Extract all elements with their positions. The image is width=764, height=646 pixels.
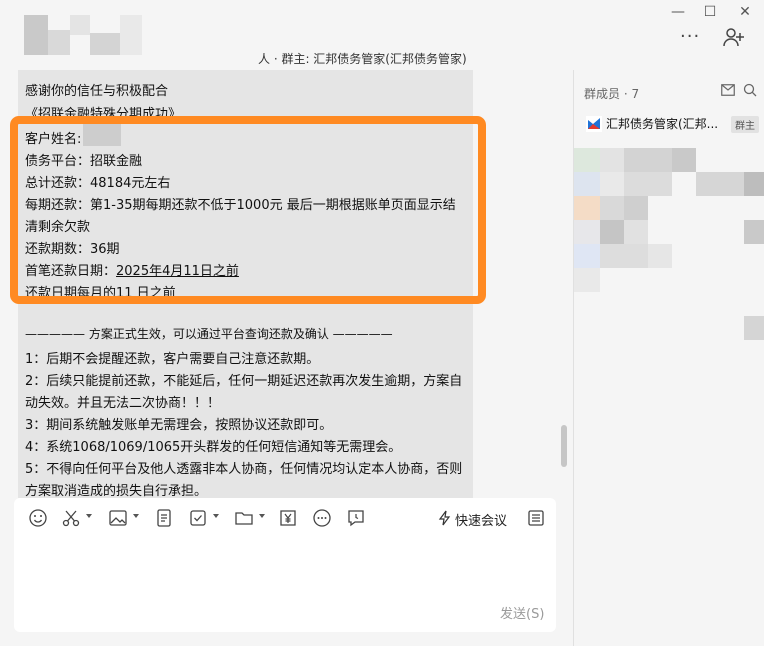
message-input[interactable] — [28, 538, 538, 594]
message-line: 2：后续只能提前还款，不能延后，任何一期延迟还款再次发生逾期，方案自 — [25, 374, 463, 389]
quick-meeting-label: 快速会议 — [455, 514, 508, 529]
message-line: 方案取消造成的损失自行承担。 — [25, 484, 208, 498]
chevron-down-icon[interactable] — [259, 514, 265, 518]
document-icon[interactable] — [154, 508, 174, 528]
more-options-button[interactable]: ··· — [680, 26, 700, 47]
message-line: 感谢你的信任与积极配合 — [25, 84, 169, 99]
group-avatar-mosaic — [24, 15, 48, 55]
close-button[interactable]: ✕ — [734, 2, 756, 22]
owner-badge: 群主 — [731, 116, 759, 133]
send-button[interactable]: 发送(S) — [500, 603, 544, 622]
minimize-button[interactable]: — — [667, 2, 689, 22]
chat-title: 人 · 群主: 汇邦债务管家(汇邦债务管家) — [258, 52, 467, 66]
message-input-panel: 快速会议 发送(S) — [14, 498, 556, 632]
maximize-button[interactable]: ☐ — [699, 2, 721, 22]
add-member-icon[interactable] — [722, 25, 746, 49]
task-check-icon[interactable] — [188, 508, 208, 528]
mail-icon[interactable] — [721, 84, 735, 96]
message-line: 动失效。并且无法二次协商！！！ — [25, 396, 221, 411]
message-line: 3：期间系统触发账单无需理会，按照协议还款即可。 — [25, 418, 333, 433]
member-list-mosaic — [574, 148, 764, 378]
folder-icon[interactable] — [234, 508, 254, 528]
highlight-box — [10, 116, 486, 304]
message-line: 5：不得向任何平台及他人透露非本人协商，任何情况均认定本人协商，否则 — [25, 462, 463, 477]
group-avatar-mosaic — [90, 33, 120, 55]
search-icon[interactable] — [743, 83, 757, 97]
chat-history-icon[interactable] — [526, 508, 546, 528]
chat-header: 人 · 群主: 汇邦债务管家(汇邦债务管家) — ☐ ✕ ··· — [0, 0, 764, 70]
member-sidebar: 群成员 · 7 汇邦债务管家(汇邦... 群主 — [573, 70, 764, 646]
image-icon[interactable] — [108, 508, 128, 528]
emoji-icon[interactable] — [28, 508, 48, 528]
chat-scrollbar[interactable] — [561, 425, 567, 467]
message-line: ————— 方案正式生效，可以通过平台查询还款及确认 ————— — [25, 327, 393, 341]
group-avatar-mosaic — [120, 15, 142, 55]
member-count: 群成员 · 7 — [584, 87, 640, 101]
chevron-down-icon[interactable] — [133, 514, 139, 518]
more-dots-icon[interactable] — [312, 508, 332, 528]
scheduled-message-icon[interactable] — [346, 508, 366, 528]
member-item[interactable]: 汇邦债务管家(汇邦... 群主 — [582, 112, 762, 136]
message-line: 1：后期不会提醒还款，客户需要自己注意还款期。 — [25, 352, 320, 367]
group-avatar-mosaic — [48, 30, 70, 55]
message-area: 感谢你的信任与积极配合 《招联金融特殊分期成功》 客户姓名: 债务平台：招联金融… — [0, 70, 572, 498]
payment-yen-icon[interactable] — [278, 508, 298, 528]
member-name: 汇邦债务管家(汇邦... — [606, 117, 719, 131]
group-avatar-mosaic — [70, 15, 90, 35]
message-line: 4：系统1068/1069/1065开头群发的任何短信通知等无需理会。 — [25, 440, 402, 455]
chevron-down-icon[interactable] — [213, 514, 219, 518]
chevron-down-icon[interactable] — [86, 514, 92, 518]
lightning-icon — [438, 510, 451, 526]
member-avatar-icon — [586, 116, 602, 132]
screenshot-scissors-icon[interactable] — [61, 508, 81, 528]
